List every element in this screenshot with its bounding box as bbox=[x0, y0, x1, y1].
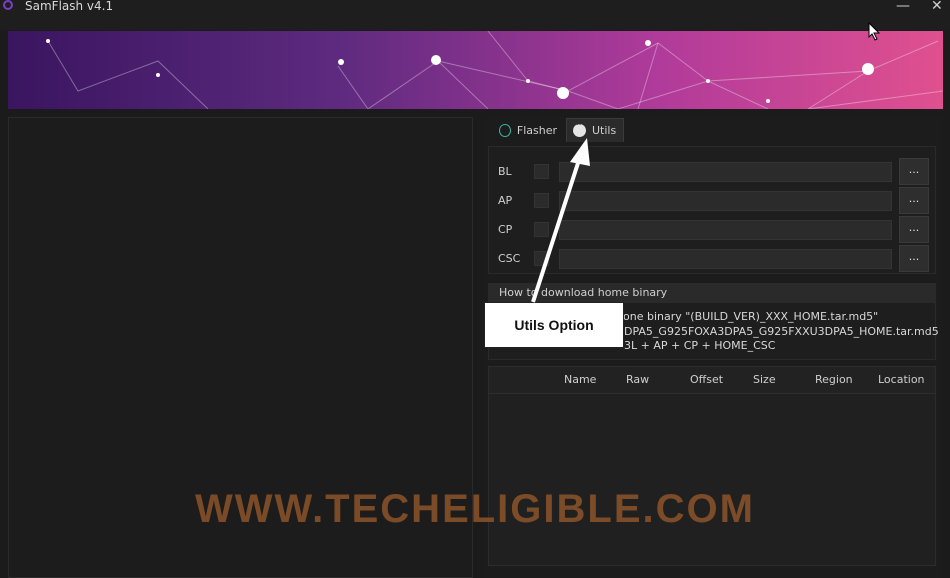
watermark-text: WWW.TECHELIGIBLE.COM bbox=[195, 487, 755, 531]
mouse-cursor-icon bbox=[868, 22, 881, 41]
